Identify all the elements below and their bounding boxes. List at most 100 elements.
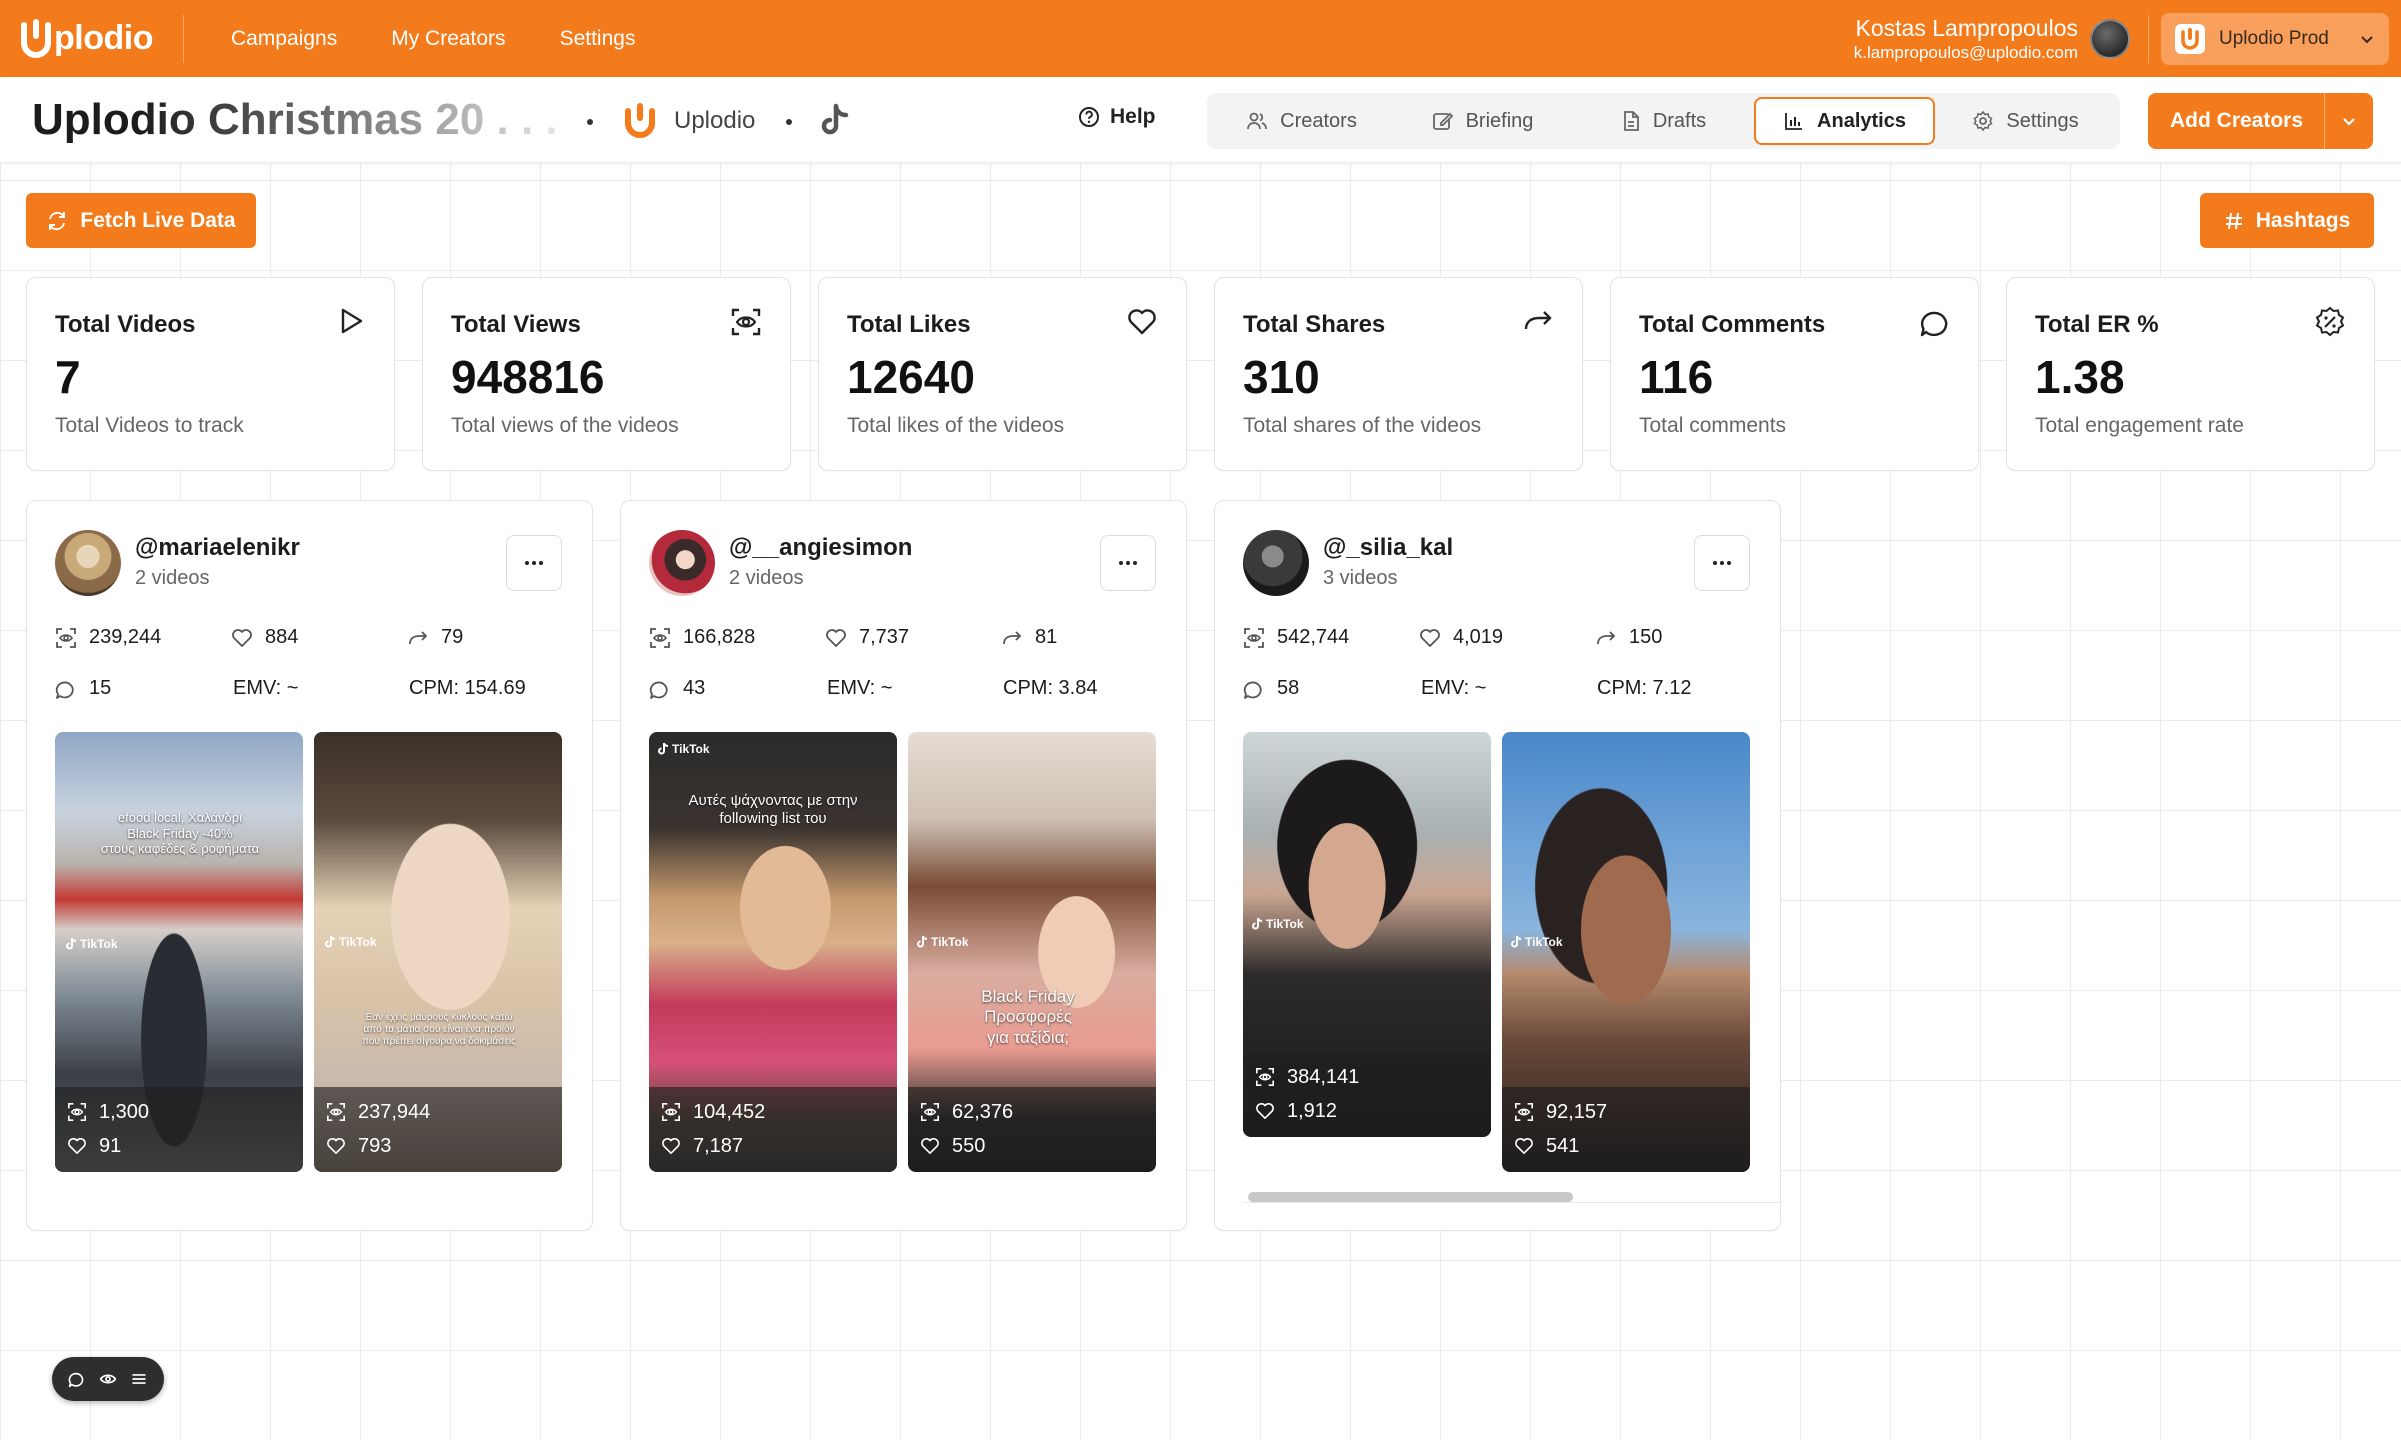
stat-card-total-videos: Total Videos 7 Total Videos to track (26, 277, 395, 471)
video-views: 104,452 (661, 1095, 897, 1129)
video-views-value: 1,300 (99, 1100, 150, 1123)
chevron-down-icon (2361, 35, 2373, 43)
horizontal-scrollbar[interactable] (1243, 1189, 1780, 1203)
tab-label: Settings (2006, 109, 2079, 132)
metric-value: 239,244 (89, 626, 162, 648)
main-nav: Campaigns My Creators Settings (204, 27, 662, 51)
app-logo[interactable]: plodio (20, 0, 153, 77)
share-icon (1597, 630, 1616, 644)
hashtags-button[interactable]: Hashtags (2200, 193, 2374, 248)
views-icon (68, 1103, 86, 1121)
nav-my-creators[interactable]: My Creators (391, 27, 505, 51)
user-menu: Kostas Lampropoulos k.lampropoulos@uplod… (1854, 12, 2401, 65)
avatar[interactable] (1243, 530, 1309, 596)
add-creators-button[interactable]: Add Creators (2148, 93, 2373, 149)
heart-icon (1128, 309, 1156, 335)
tab-creators[interactable]: Creators (1211, 97, 1392, 145)
stat-title: Total Shares (1243, 311, 1386, 338)
creator-handle[interactable]: @_silia_kal (1323, 534, 1453, 562)
metric-likes: 884 (231, 626, 298, 649)
video-thumbnail[interactable]: TikTok 92,157 541 (1502, 732, 1750, 1172)
video-list: TikTok 384,141 1,912 TikTok 92,157 541 (1243, 732, 1753, 1172)
play-icon (341, 308, 363, 334)
video-thumbnail[interactable]: TikTok Αυτές ψάχνοντας με στην following… (649, 732, 897, 1172)
creator-handle[interactable]: @__angiesimon (729, 534, 912, 562)
creator-handle[interactable]: @mariaelenikr (135, 534, 300, 562)
tiktok-watermark: TikTok (65, 937, 118, 951)
fetch-live-data-button[interactable]: Fetch Live Data (26, 193, 256, 248)
divider (2148, 14, 2149, 63)
video-views-value: 237,944 (358, 1100, 431, 1123)
metric-cpm: CPM: 7.12 (1597, 677, 1692, 699)
help-circle-icon (1079, 107, 1099, 127)
metric-emv: EMV: ~ (827, 677, 893, 699)
video-likes-value: 550 (952, 1134, 986, 1157)
user-name: Kostas Lampropoulos (1855, 14, 2078, 41)
add-creators-dropdown[interactable] (2325, 112, 2373, 130)
tab-drafts[interactable]: Drafts (1573, 97, 1754, 145)
video-thumbnail[interactable]: TikTok 384,141 1,912 (1243, 732, 1491, 1137)
comment-icon[interactable] (68, 1370, 86, 1388)
avatar[interactable] (2090, 18, 2130, 59)
video-views: 384,141 (1255, 1060, 1491, 1094)
metric-value: 542,744 (1277, 626, 1350, 648)
views-icon (1256, 1068, 1274, 1086)
tab-settings[interactable]: Settings (1935, 97, 2116, 145)
tiktok-label: TikTok (1266, 917, 1304, 931)
heart-icon (327, 1138, 345, 1155)
metric-views: 542,744 (1243, 626, 1349, 649)
video-thumbnail[interactable]: TikTok Black Friday Προσφορές για ταξίδι… (908, 732, 1156, 1172)
tiktok-label: TikTok (339, 935, 377, 949)
metric-shares: 81 (1001, 626, 1057, 649)
more-options-button[interactable] (1100, 535, 1156, 591)
comment-icon (649, 681, 668, 699)
video-stats: 62,376 550 (908, 1087, 1156, 1172)
nav-campaigns[interactable]: Campaigns (231, 27, 337, 51)
avatar[interactable] (649, 530, 715, 596)
more-options-button[interactable] (1694, 535, 1750, 591)
metric-value: 58 (1277, 677, 1300, 699)
video-list: efood local, Χαλάνδρι Black Friday -40% … (55, 732, 565, 1172)
tiktok-watermark: TikTok (1251, 917, 1304, 931)
metric-emv: EMV: ~ (1421, 677, 1487, 699)
video-caption: Αυτές ψάχνοντας με στην following list τ… (688, 792, 858, 827)
stat-description: Total Videos to track (55, 414, 244, 437)
metric-likes: 7,737 (825, 626, 909, 649)
metric-emv: EMV: ~ (233, 677, 299, 699)
eye-icon[interactable] (99, 1370, 117, 1388)
comment-icon (55, 681, 74, 699)
stat-description: Total shares of the videos (1243, 414, 1482, 437)
video-thumbnail[interactable]: Εαν έχεις μαύρους κύκλους κάτω από τα μά… (314, 732, 562, 1172)
nav-settings[interactable]: Settings (560, 27, 636, 51)
more-options-button[interactable] (506, 535, 562, 591)
share-icon (1524, 311, 1552, 330)
scrollbar-thumb[interactable] (1248, 1192, 1573, 1202)
video-views: 62,376 (920, 1095, 1156, 1129)
stat-card-total-shares: Total Shares 310 Total shares of the vid… (1214, 277, 1583, 471)
video-thumbnail[interactable]: efood local, Χαλάνδρι Black Friday -40% … (55, 732, 303, 1172)
bar-chart-icon (1785, 113, 1803, 130)
brand-logo-icon (625, 103, 655, 138)
users-icon (1247, 112, 1268, 130)
stat-title: Total Videos (55, 311, 196, 338)
views-icon (1515, 1103, 1533, 1121)
help-button[interactable]: Help (1078, 105, 1156, 129)
tab-briefing[interactable]: Briefing (1392, 97, 1573, 145)
tab-analytics[interactable]: Analytics (1754, 97, 1936, 145)
heart-icon (826, 628, 846, 647)
views-icon (1244, 627, 1264, 648)
menu-icon[interactable] (130, 1370, 148, 1388)
user-info[interactable]: Kostas Lampropoulos k.lampropoulos@uplod… (1854, 15, 2078, 63)
video-caption: efood local, Χαλάνδρι Black Friday -40% … (100, 810, 260, 857)
tab-label: Analytics (1817, 109, 1906, 132)
share-icon (409, 630, 428, 644)
workspace-switcher[interactable]: Uplodio Prod (2161, 12, 2389, 65)
stat-value: 1.38 (2035, 351, 2125, 403)
video-likes: 91 (67, 1129, 303, 1163)
tiktok-label: TikTok (931, 935, 969, 949)
heart-icon (68, 1138, 86, 1155)
avatar[interactable] (55, 530, 121, 596)
stat-value: 310 (1243, 351, 1320, 403)
stat-card-total-er: Total ER % 1.38 Total engagement rate (2006, 277, 2375, 471)
stat-value: 7 (55, 351, 81, 403)
